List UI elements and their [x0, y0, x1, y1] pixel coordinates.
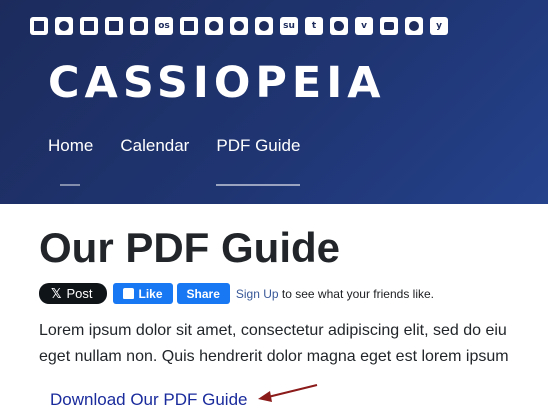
intro-paragraph: Lorem ipsum dolor sit amet, consectetur … [39, 318, 548, 370]
facebook-signup-text: to see what your friends like. [278, 286, 434, 301]
twitter-icon[interactable] [330, 17, 348, 35]
stumbleupon-icon[interactable]: su [280, 17, 298, 35]
pinterest-icon[interactable] [255, 17, 273, 35]
lastfm-icon[interactable]: os [155, 17, 173, 35]
linkedin-icon[interactable] [180, 17, 198, 35]
facebook-icon[interactable] [80, 17, 98, 35]
instagram-icon[interactable] [130, 17, 148, 35]
nav-item-calendar[interactable]: Calendar [120, 136, 189, 156]
x-logo-icon: 𝕏 [51, 285, 62, 301]
download-pdf-link[interactable]: Download Our PDF Guide [50, 389, 247, 411]
paragraph-line: eget nullam non. Quis hendrerit dolor ma… [39, 348, 509, 365]
site-header: os su t v y CASSIOPEIA Home Calendar PDF… [0, 0, 548, 204]
dribbble-icon[interactable] [55, 17, 73, 35]
facebook-share-label: Share [186, 286, 220, 301]
nav-item-label: Calendar [120, 136, 190, 155]
annotation-arrow-icon [258, 384, 318, 402]
social-icons-bar: os su t v y [30, 17, 448, 35]
facebook-share-button[interactable]: Share [176, 283, 230, 304]
reddit-icon[interactable] [230, 17, 248, 35]
site-brand[interactable]: CASSIOPEIA [48, 60, 386, 106]
yelp-icon[interactable]: y [430, 17, 448, 35]
nav-active-indicator [216, 184, 301, 186]
whatsapp-icon[interactable] [405, 17, 423, 35]
mix-icon[interactable] [205, 17, 223, 35]
x-post-label: Post [66, 286, 93, 301]
facebook-like-label: Like [138, 286, 163, 301]
nav-item-label: Home [48, 136, 94, 155]
share-bar: 𝕏 Post Like Share Sign Up to see what yo… [39, 283, 434, 304]
facebook-signup-note: Sign Up to see what your friends like. [236, 287, 434, 301]
nav-item-pdf-guide[interactable]: PDF Guide [216, 136, 301, 186]
facebook-like-button[interactable]: Like [112, 283, 173, 304]
nav-indicator [60, 184, 80, 186]
thumbs-up-icon [122, 288, 134, 299]
nav-item-home[interactable]: Home [48, 136, 94, 186]
tumblr-icon[interactable]: t [305, 17, 323, 35]
page-title: Our PDF Guide [39, 224, 341, 271]
paragraph-line: Lorem ipsum dolor sit amet, consectetur … [39, 322, 507, 339]
youtube-icon[interactable] [380, 17, 398, 35]
facebook-signup-link[interactable]: Sign Up [236, 287, 279, 301]
x-post-button[interactable]: 𝕏 Post [39, 283, 107, 304]
flickr-icon[interactable] [105, 17, 123, 35]
mail-icon[interactable] [30, 17, 48, 35]
main-nav: Home Calendar PDF Guide [48, 136, 327, 186]
vimeo-icon[interactable]: v [355, 17, 373, 35]
nav-item-label: PDF Guide [216, 136, 301, 155]
